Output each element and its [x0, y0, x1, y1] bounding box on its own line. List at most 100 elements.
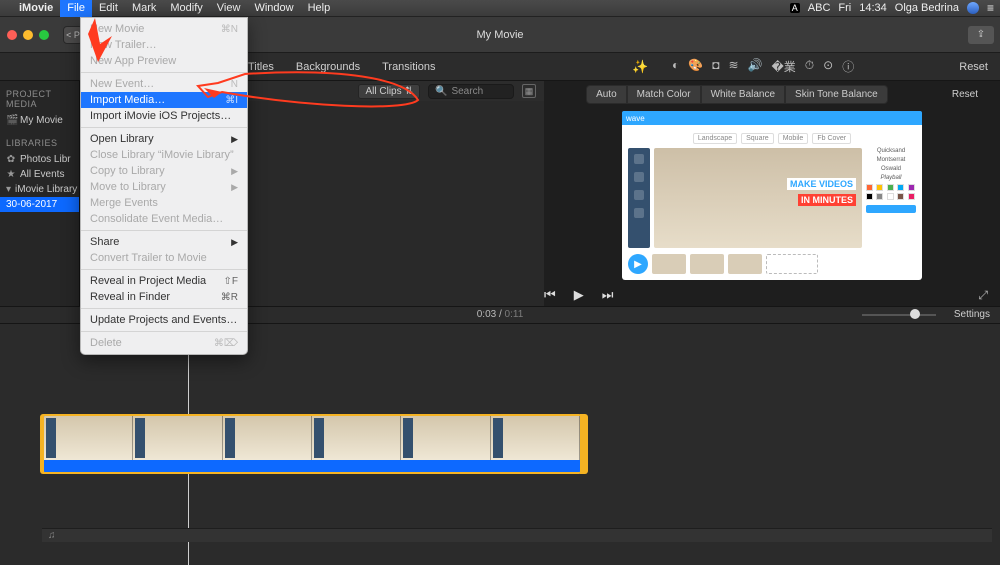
- settings-button[interactable]: Settings: [954, 309, 990, 320]
- tab-backgrounds[interactable]: Backgrounds: [296, 61, 360, 73]
- clip-handle-right[interactable]: [580, 414, 588, 474]
- pv-caption-2: IN MINUTES: [798, 194, 856, 206]
- pv-canvas: MAKE VIDEOS IN MINUTES: [654, 148, 862, 248]
- sidebar-item-allevents[interactable]: ★All Events: [6, 167, 73, 182]
- search-icon: 🔍: [435, 86, 447, 97]
- sidebar-head-libraries: LIBRARIES: [6, 138, 73, 148]
- window-title: My Movie: [476, 29, 523, 41]
- allclips-picker[interactable]: All Clips⇅: [358, 84, 420, 99]
- play-button[interactable]: ▶: [574, 287, 584, 303]
- menu-window[interactable]: Window: [247, 0, 300, 17]
- menu-file[interactable]: File: [60, 0, 92, 17]
- crop-icon[interactable]: ◘: [712, 58, 719, 75]
- timeline-clip[interactable]: [42, 414, 582, 474]
- minimize-icon[interactable]: [23, 30, 33, 40]
- mi-update[interactable]: Update Projects and Events…: [81, 312, 247, 328]
- file-menu-dropdown: New Movie⌘N New Trailer… New App Preview…: [80, 17, 248, 355]
- mi-convert: Convert Trailer to Movie: [81, 250, 247, 266]
- preview-pane: Auto Match Color White Balance Skin Tone…: [544, 81, 1000, 306]
- sidebar-item-photos[interactable]: ✿Photos Libr: [6, 152, 73, 167]
- reset-all-button[interactable]: Reset: [959, 61, 988, 73]
- preview-video: wave Landscape Square Mobile Fb Cover MA…: [622, 111, 922, 280]
- volume-icon[interactable]: 🔊: [748, 58, 763, 75]
- mi-delete: Delete⌘⌦: [81, 335, 247, 351]
- mac-menubar: iMovie File Edit Mark Modify View Window…: [0, 0, 1000, 17]
- mi-open-library[interactable]: Open Library▶: [81, 131, 247, 147]
- wave-brand: wave: [626, 114, 645, 123]
- color-balance-icon[interactable]: ◐: [672, 58, 679, 75]
- menu-mark[interactable]: Mark: [125, 0, 163, 17]
- ctab-white[interactable]: White Balance: [701, 85, 785, 104]
- pv-play-icon: ▶: [628, 254, 648, 274]
- zoom-slider[interactable]: [862, 311, 936, 319]
- prev-button[interactable]: ⏮: [544, 287, 556, 303]
- mi-reveal-finder[interactable]: Reveal in Finder⌘R: [81, 289, 247, 305]
- sidebar-head-project: PROJECT MEDIA: [6, 89, 73, 109]
- color-correct-icon[interactable]: 🎨: [688, 58, 703, 75]
- close-icon[interactable]: [7, 30, 17, 40]
- pv-tab-fbcover: Fb Cover: [812, 133, 851, 144]
- music-note-icon: ♫: [48, 530, 56, 541]
- speed-icon[interactable]: ⏱: [805, 58, 814, 75]
- menu-view[interactable]: View: [210, 0, 248, 17]
- notification-center-icon[interactable]: ≡: [987, 1, 994, 15]
- menu-app[interactable]: iMovie: [12, 0, 60, 17]
- mi-new-movie: New Movie⌘N: [81, 21, 247, 37]
- mi-new-app-preview: New App Preview: [81, 53, 247, 69]
- pv-tab-landscape: Landscape: [693, 133, 737, 144]
- filter-icon[interactable]: ⊙: [823, 58, 833, 75]
- traffic-lights[interactable]: [7, 30, 49, 40]
- sidebar-item-imovielib[interactable]: ▾iMovie Library: [6, 182, 73, 197]
- thumbnail-options-icon[interactable]: ▦: [522, 84, 536, 98]
- mi-import-media[interactable]: Import Media…⌘I: [81, 92, 247, 108]
- mi-consolidate: Consolidate Event Media…: [81, 211, 247, 227]
- mi-import-ios[interactable]: Import iMovie iOS Projects…: [81, 108, 247, 124]
- mi-move-to: Move to Library▶: [81, 179, 247, 195]
- star-icon: ★: [6, 169, 16, 180]
- pv-caption-1: MAKE VIDEOS: [787, 178, 856, 190]
- next-button[interactable]: ⏭: [602, 287, 614, 303]
- transport-bar: ⏮ ▶ ⏭ ⤢: [544, 284, 1000, 306]
- info-icon[interactable]: ⓘ: [842, 58, 854, 75]
- pv-tab-mobile: Mobile: [778, 133, 809, 144]
- mi-new-event: New Event…N: [81, 76, 247, 92]
- photos-icon: ✿: [6, 154, 16, 165]
- noise-icon[interactable]: �業: [771, 58, 795, 75]
- pv-leftnav: [628, 148, 650, 248]
- mi-share[interactable]: Share▶: [81, 234, 247, 250]
- mi-reveal-project[interactable]: Reveal in Project Media⇧F: [81, 273, 247, 289]
- ctab-match[interactable]: Match Color: [627, 85, 701, 104]
- ctab-skin[interactable]: Skin Tone Balance: [785, 85, 888, 104]
- pv-rightpanel: Quicksand Montserrat Oswald Playball: [866, 148, 916, 248]
- sidebar-item-date[interactable]: 30-06-2017: [0, 197, 79, 212]
- sidebar-item-mymovie[interactable]: 🎬My Movie: [6, 113, 73, 128]
- menu-edit[interactable]: Edit: [92, 0, 125, 17]
- tab-titles[interactable]: Titles: [248, 61, 274, 73]
- user-name[interactable]: Olga Bedrina: [895, 2, 959, 14]
- menu-modify[interactable]: Modify: [163, 0, 209, 17]
- music-track[interactable]: ♫: [42, 528, 992, 542]
- menu-help[interactable]: Help: [301, 0, 338, 17]
- timeline[interactable]: ♫: [0, 324, 1000, 565]
- chevron-updown-icon: ⇅: [405, 86, 413, 97]
- tab-transitions[interactable]: Transitions: [382, 61, 435, 73]
- pv-tab-square: Square: [741, 133, 774, 144]
- input-source-badge[interactable]: A: [790, 3, 800, 13]
- color-reset-button[interactable]: Reset: [952, 89, 978, 100]
- user-avatar-icon[interactable]: [967, 2, 979, 14]
- fullscreen-icon[interactable]: ⤢: [978, 288, 988, 303]
- library-sidebar: PROJECT MEDIA 🎬My Movie LIBRARIES ✿Photo…: [0, 81, 80, 306]
- stabilize-icon[interactable]: ≋: [728, 58, 738, 75]
- search-input[interactable]: 🔍Search: [428, 84, 514, 99]
- clock-time: 14:34: [859, 2, 887, 14]
- mi-copy-to: Copy to Library▶: [81, 163, 247, 179]
- mi-close-library: Close Library “iMovie Library”: [81, 147, 247, 163]
- time-display: 0:03 / 0:11: [477, 309, 524, 320]
- input-source-label: ABC: [808, 2, 831, 14]
- share-button[interactable]: ⇪: [968, 26, 994, 44]
- zoom-icon[interactable]: [39, 30, 49, 40]
- ctab-auto[interactable]: Auto: [586, 85, 627, 104]
- enhance-wand-icon[interactable]: ✨: [632, 59, 648, 75]
- mi-merge: Merge Events: [81, 195, 247, 211]
- clapboard-icon: 🎬: [6, 115, 16, 126]
